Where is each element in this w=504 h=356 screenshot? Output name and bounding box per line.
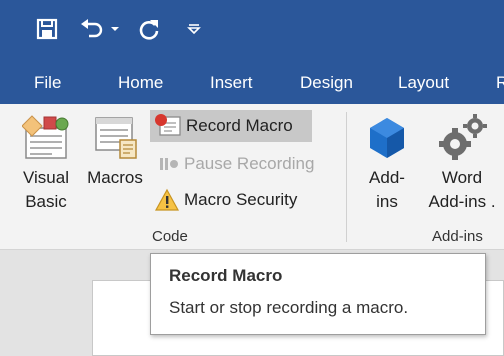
pause-icon bbox=[160, 158, 178, 170]
word-addins-label-line2-text: Add-ins bbox=[428, 192, 487, 211]
macros-button[interactable]: Macros bbox=[82, 114, 148, 190]
visual-basic-label-line1: Visual bbox=[23, 168, 69, 187]
ribbon-tabs: File Home Insert Design Layout R bbox=[0, 64, 504, 104]
tab-design[interactable]: Design bbox=[300, 70, 353, 96]
record-macro-icon bbox=[155, 114, 181, 136]
word-addins-overflow: . bbox=[490, 192, 496, 211]
visual-basic-label-line2: Basic bbox=[25, 192, 67, 211]
tab-layout[interactable]: Layout bbox=[398, 70, 449, 96]
addins-label: Add- ins bbox=[369, 166, 405, 214]
tooltip-body: Start or stop recording a macro. bbox=[169, 298, 409, 317]
word-addins-label-line2: Add-ins . bbox=[428, 190, 495, 214]
undo-icon bbox=[81, 19, 103, 38]
customize-qat-button[interactable] bbox=[182, 14, 206, 44]
tab-file[interactable]: File bbox=[34, 70, 61, 96]
record-macro-label: Record Macro bbox=[186, 116, 293, 135]
word-addins-label: Word Add-ins . bbox=[428, 166, 495, 214]
addins-icon bbox=[370, 118, 404, 158]
macro-security-button[interactable]: Macro Security bbox=[150, 184, 320, 216]
macros-icon bbox=[95, 117, 137, 159]
visual-basic-button[interactable]: Visual Basic bbox=[18, 114, 74, 214]
chevron-down-icon bbox=[111, 27, 119, 31]
gear-icon bbox=[439, 114, 487, 160]
save-button[interactable] bbox=[32, 14, 62, 44]
addins-label-line2: ins bbox=[376, 192, 398, 211]
ribbon: Visual Basic Macros Record Macro Pause R… bbox=[0, 104, 504, 250]
redo-icon bbox=[139, 20, 159, 40]
macros-label: Macros bbox=[87, 168, 143, 187]
macro-security-label: Macro Security bbox=[184, 190, 298, 209]
visual-basic-label: Visual Basic bbox=[23, 166, 69, 214]
group-separator bbox=[346, 112, 347, 242]
record-macro-tooltip: Record Macro Start or stop recording a m… bbox=[150, 253, 486, 335]
addins-button[interactable]: Add- ins bbox=[360, 114, 414, 214]
visual-basic-icon bbox=[22, 115, 69, 159]
addins-label-line1: Add- bbox=[369, 168, 405, 187]
undo-button[interactable] bbox=[76, 14, 108, 44]
pause-recording-label: Pause Recording bbox=[184, 154, 315, 173]
addins-group-label: Add-ins bbox=[432, 228, 483, 245]
redo-button[interactable] bbox=[134, 14, 164, 44]
save-icon bbox=[36, 18, 58, 40]
tab-insert[interactable]: Insert bbox=[210, 70, 253, 96]
word-addins-label-line1: Word bbox=[441, 168, 483, 187]
quick-access-toolbar bbox=[0, 0, 504, 64]
customize-qat-icon bbox=[187, 24, 201, 35]
word-addins-button[interactable]: Word Add-ins . bbox=[426, 114, 498, 214]
tab-references[interactable]: R bbox=[496, 70, 504, 96]
pause-recording-button[interactable]: Pause Recording bbox=[150, 148, 330, 180]
tooltip-title: Record Macro bbox=[169, 266, 283, 285]
undo-dropdown-button[interactable] bbox=[108, 14, 122, 44]
code-group-label: Code bbox=[152, 228, 188, 245]
tab-home[interactable]: Home bbox=[118, 70, 163, 96]
warning-icon bbox=[154, 188, 180, 211]
record-macro-button[interactable]: Record Macro bbox=[150, 110, 312, 142]
